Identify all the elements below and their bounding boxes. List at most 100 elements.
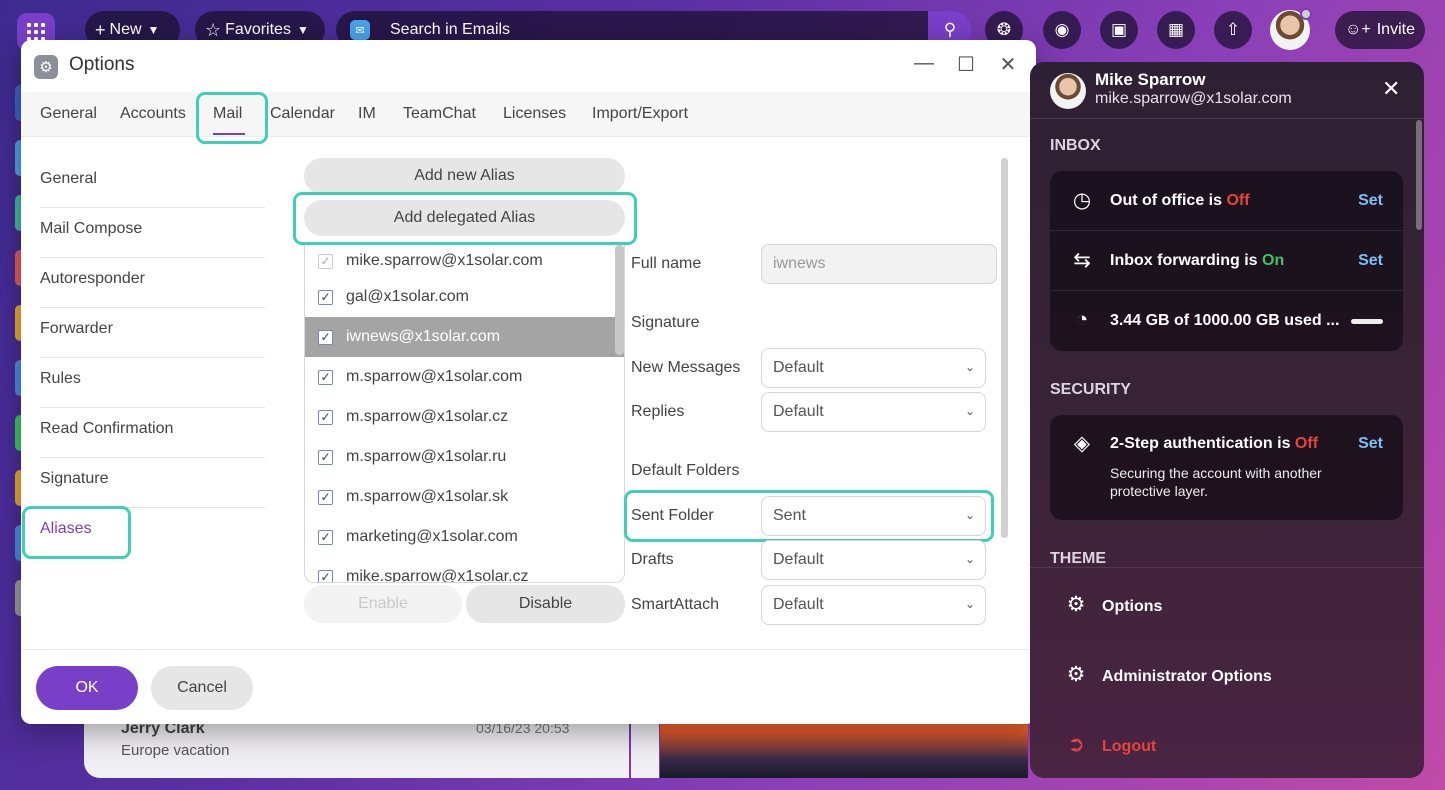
form-scrollbar[interactable] bbox=[1001, 158, 1008, 538]
user-email: mike.sparrow@x1solar.com bbox=[1095, 90, 1292, 107]
favorites-button-label: Favorites bbox=[225, 21, 291, 38]
enable-button[interactable]: Enable bbox=[304, 585, 462, 623]
tab-teamchat[interactable]: TeamChat bbox=[403, 105, 476, 123]
alias-email: m.sparrow@x1solar.com bbox=[346, 368, 523, 385]
list-item[interactable]: ✓ m.sparrow@x1solar.cz bbox=[305, 397, 624, 437]
storage-text: 3.44 GB of 1000.00 GB used ... bbox=[1110, 312, 1340, 329]
add-new-alias-button[interactable]: Add new Alias bbox=[304, 158, 625, 194]
replies-value: Default bbox=[773, 403, 824, 420]
star-icon: ☆ bbox=[205, 19, 222, 40]
avatar[interactable] bbox=[1270, 8, 1312, 50]
new-button-label: New bbox=[109, 21, 142, 38]
subnav-autoresponder[interactable]: Autoresponder bbox=[40, 258, 265, 308]
list-item[interactable]: ✓ m.sparrow@x1solar.ru bbox=[305, 437, 624, 477]
chevron-down-icon: ▼ bbox=[147, 23, 160, 37]
full-name-field[interactable]: iwnews bbox=[761, 244, 997, 284]
admin-options-menu-label: Administrator Options bbox=[1102, 668, 1272, 685]
inbox-forwarding-state: On bbox=[1262, 252, 1285, 269]
inbox-section-title: INBOX bbox=[1050, 137, 1101, 154]
chevron-down-icon: ⌄ bbox=[964, 360, 975, 374]
new-messages-select[interactable]: Default ⌄ bbox=[761, 348, 986, 388]
invite-button[interactable]: ☺+ Invite bbox=[1335, 11, 1425, 49]
tab-accounts[interactable]: Accounts bbox=[120, 105, 186, 123]
list-item[interactable]: ✓ mike.sparrow@x1solar.cz bbox=[305, 557, 624, 582]
chevron-down-icon: ⌄ bbox=[964, 508, 975, 522]
out-of-office-state: Off bbox=[1226, 192, 1250, 209]
alias-email: m.sparrow@x1solar.sk bbox=[346, 488, 509, 505]
alias-checkbox[interactable]: ✓ bbox=[318, 529, 333, 545]
logout-menu-label: Logout bbox=[1102, 738, 1157, 755]
cancel-button[interactable]: Cancel bbox=[151, 666, 253, 710]
sent-folder-select[interactable]: Sent ⌄ bbox=[761, 496, 986, 536]
list-item[interactable]: ✓ m.sparrow@x1solar.sk bbox=[305, 477, 624, 517]
subnav-mail-compose[interactable]: Mail Compose bbox=[40, 208, 265, 258]
list-item[interactable]: ✓ mike.sparrow@x1solar.com bbox=[305, 245, 624, 277]
inbox-forwarding-set-link[interactable]: Set bbox=[1358, 252, 1383, 270]
storage-usage-bar bbox=[1351, 319, 1383, 324]
chat-icon[interactable]: ◉ bbox=[1043, 11, 1081, 49]
upload-icon[interactable]: ⇧ bbox=[1214, 11, 1252, 49]
two-step-set-link[interactable]: Set bbox=[1358, 435, 1383, 453]
options-menu-item[interactable]: ⚙ Options bbox=[1062, 592, 1163, 617]
replies-select[interactable]: Default ⌄ bbox=[761, 392, 986, 432]
tab-licenses[interactable]: Licenses bbox=[503, 105, 566, 123]
logout-menu-item[interactable]: ➲ Logout bbox=[1062, 732, 1156, 757]
alias-checkbox[interactable]: ✓ bbox=[318, 569, 333, 582]
add-delegated-alias-button[interactable]: Add delegated Alias bbox=[304, 200, 625, 236]
close-icon[interactable]: ✕ bbox=[995, 52, 1021, 77]
alias-checkbox[interactable]: ✓ bbox=[318, 369, 333, 385]
divider bbox=[1030, 118, 1424, 119]
storage-row: ◔ 3.44 GB of 1000.00 GB used ... bbox=[1050, 291, 1403, 351]
admin-options-menu-item[interactable]: ⚙ Administrator Options bbox=[1062, 662, 1272, 687]
tab-calendar[interactable]: Calendar bbox=[270, 105, 335, 123]
security-card: ◈ 2-Step authentication is Off Set Secur… bbox=[1050, 415, 1403, 520]
alias-email: marketing@x1solar.com bbox=[346, 528, 518, 545]
alias-email: mike.sparrow@x1solar.com bbox=[346, 252, 543, 269]
smartattach-label: SmartAttach bbox=[631, 596, 720, 613]
alias-checkbox[interactable]: ✓ bbox=[318, 409, 333, 425]
alias-checkbox[interactable]: ✓ bbox=[318, 449, 333, 465]
gear-icon: ⚙ bbox=[1066, 663, 1086, 686]
tab-im[interactable]: IM bbox=[358, 105, 376, 123]
minimize-icon[interactable]: — bbox=[911, 52, 937, 75]
alias-checkbox[interactable]: ✓ bbox=[318, 329, 333, 345]
disable-button[interactable]: Disable bbox=[466, 585, 625, 623]
panel-scrollbar[interactable] bbox=[1416, 120, 1422, 230]
two-step-description: Securing the account with another protec… bbox=[1110, 465, 1322, 499]
list-item[interactable]: ✓ marketing@x1solar.com bbox=[305, 517, 624, 557]
message-icon[interactable]: ▣ bbox=[1100, 11, 1138, 49]
list-item[interactable]: ✓ iwnews@x1solar.com bbox=[305, 317, 624, 357]
alias-checkbox[interactable]: ✓ bbox=[318, 289, 333, 305]
shield-w-icon: ◈ bbox=[1073, 432, 1091, 455]
maximize-icon[interactable]: ☐ bbox=[953, 52, 979, 77]
subnav-signature[interactable]: Signature bbox=[40, 458, 265, 508]
tab-general[interactable]: General bbox=[40, 105, 97, 123]
subnav-read-confirmation[interactable]: Read Confirmation bbox=[40, 408, 265, 458]
inbox-card: ◷ Out of office is Off Set ⇆ Inbox forwa… bbox=[1050, 171, 1403, 351]
apps-grid-icon bbox=[27, 23, 45, 41]
subnav-general[interactable]: General bbox=[40, 158, 265, 208]
subnav-forwarder[interactable]: Forwarder bbox=[40, 308, 265, 358]
theme-section-title: THEME bbox=[1050, 550, 1106, 567]
tab-import-export[interactable]: Import/Export bbox=[592, 105, 688, 123]
drafts-select[interactable]: Default ⌄ bbox=[761, 540, 986, 580]
subnav-aliases[interactable]: Aliases bbox=[40, 508, 265, 558]
alias-email: gal@x1solar.com bbox=[346, 288, 469, 305]
alias-checkbox[interactable]: ✓ bbox=[318, 489, 333, 505]
subnav-rules[interactable]: Rules bbox=[40, 358, 265, 408]
alias-list-scrollbar[interactable] bbox=[615, 245, 624, 355]
options-tabs: General Accounts Mail Calendar IM TeamCh… bbox=[21, 92, 1036, 137]
divider bbox=[1030, 567, 1424, 568]
plus-icon: + bbox=[95, 19, 106, 40]
tab-mail[interactable]: Mail bbox=[213, 105, 242, 123]
ok-button[interactable]: OK bbox=[36, 666, 138, 710]
search-input[interactable]: Search in Emails bbox=[390, 21, 510, 39]
add-user-icon: ☺+ bbox=[1345, 21, 1371, 38]
alias-list[interactable]: ✓ mike.sparrow@x1solar.com ✓ gal@x1solar… bbox=[304, 245, 625, 583]
list-item[interactable]: ✓ gal@x1solar.com bbox=[305, 277, 624, 317]
close-icon[interactable]: ✕ bbox=[1382, 76, 1400, 102]
out-of-office-set-link[interactable]: Set bbox=[1358, 192, 1383, 210]
smartattach-select[interactable]: Default ⌄ bbox=[761, 585, 986, 625]
calendar-icon[interactable]: ▦ bbox=[1157, 11, 1195, 49]
list-item[interactable]: ✓ m.sparrow@x1solar.com bbox=[305, 357, 624, 397]
